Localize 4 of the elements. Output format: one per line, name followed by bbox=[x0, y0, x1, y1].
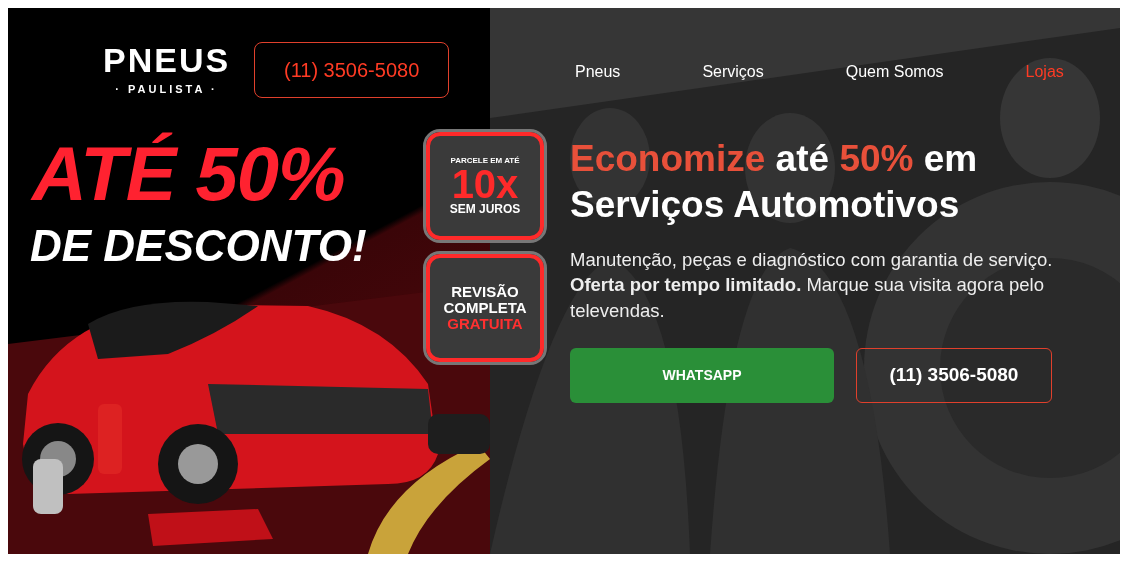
banner-subheadline: DE DESCONTO! bbox=[30, 224, 367, 268]
phone-button[interactable]: (11) 3506-5080 bbox=[254, 42, 450, 98]
logo: PNEUS bbox=[103, 42, 231, 77]
logo-tagline: · PAULISTA · bbox=[115, 81, 218, 97]
